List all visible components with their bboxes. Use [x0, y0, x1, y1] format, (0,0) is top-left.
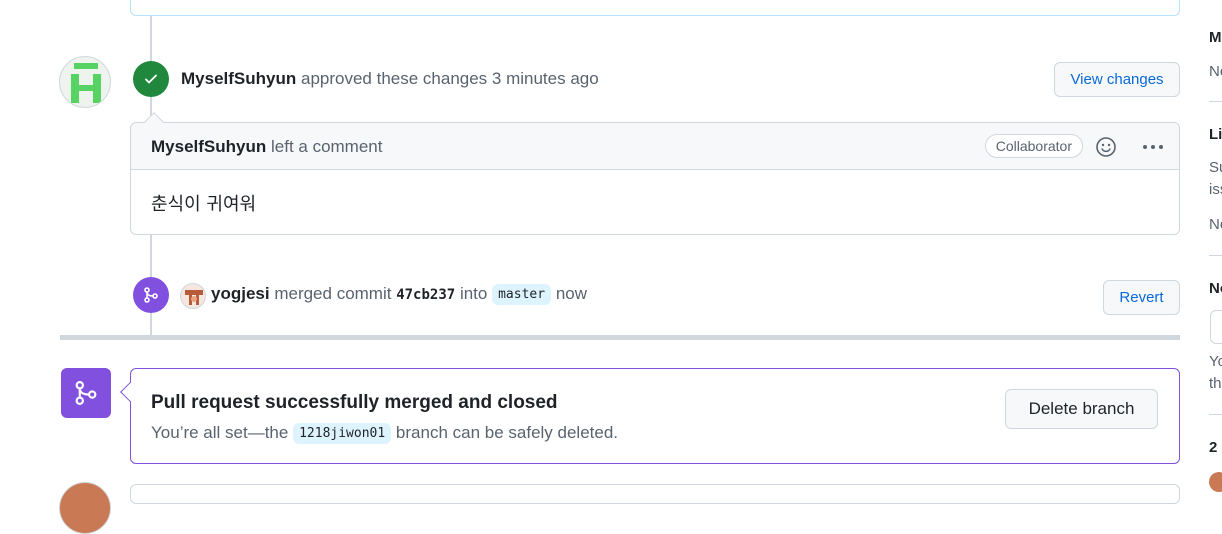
comment-action: left a comment: [270, 137, 383, 156]
merge-message-post: branch can be safely deleted.: [395, 423, 619, 442]
merge-event: yogjesi merged commit 47cb237 into maste…: [211, 284, 587, 306]
comment-body: 춘식이 귀여워: [151, 194, 257, 215]
sidebar-heading: No: [1209, 280, 1222, 297]
previous-comment-box: [130, 0, 1180, 16]
approval-author[interactable]: MyselfSuhyun: [181, 69, 296, 88]
merge-message-pre: You’re all set—the: [151, 423, 289, 442]
comment-box: [130, 484, 1180, 504]
sidebar-text: Su: [1209, 159, 1222, 176]
git-merge-icon: [61, 368, 111, 418]
merge-time: now: [555, 284, 587, 303]
avatar[interactable]: [59, 56, 111, 108]
merge-into: into: [459, 284, 488, 303]
source-branch[interactable]: 1218jiwon01: [293, 423, 392, 445]
timeline-separator: [60, 335, 1180, 340]
commit-sha[interactable]: 47cb237: [396, 287, 455, 303]
comment-pointer: [144, 112, 164, 132]
avatar[interactable]: [180, 283, 206, 309]
sidebar-divider: [1209, 414, 1222, 415]
sidebar-text: No: [1209, 216, 1222, 233]
sidebar-heading: 2: [1209, 439, 1218, 456]
collaborator-badge: Collaborator: [984, 134, 1083, 158]
sidebar-divider: [1209, 255, 1222, 256]
sidebar-text: Yo: [1209, 353, 1222, 370]
kebab-menu-icon[interactable]: [1141, 136, 1165, 158]
approved-check-icon: [133, 61, 169, 97]
merge-status-box: Pull request successfully merged and clo…: [120, 368, 1180, 464]
avatar[interactable]: [59, 482, 111, 534]
approval-event: MyselfSuhyun approved these changes 3 mi…: [181, 69, 599, 89]
merge-box-pointer: [120, 382, 140, 402]
delete-branch-button[interactable]: Delete branch: [1005, 389, 1158, 429]
sidebar-heading: M: [1209, 29, 1222, 46]
smiley-icon[interactable]: [1095, 136, 1117, 158]
merge-action: merged commit: [274, 284, 392, 303]
git-merge-icon: [133, 277, 169, 313]
view-changes-button[interactable]: View changes: [1054, 62, 1180, 97]
sidebar-heading: Li: [1209, 126, 1222, 143]
target-branch[interactable]: master: [492, 284, 552, 306]
merge-author[interactable]: yogjesi: [211, 284, 270, 303]
merge-status-message: You’re all set—the 1218jiwon01 branch ca…: [151, 423, 619, 445]
identicon-icon: [71, 63, 101, 103]
merge-status-title: Pull request successfully merged and clo…: [151, 392, 558, 413]
approval-action: approved these changes 3 minutes ago: [300, 69, 599, 88]
revert-button[interactable]: Revert: [1103, 280, 1180, 315]
sidebar-text: Ne: [1209, 63, 1222, 80]
sidebar-input[interactable]: [1210, 310, 1222, 344]
comment-title: MyselfSuhyun left a comment: [151, 137, 382, 157]
sidebar-text: iss: [1209, 181, 1222, 198]
comment-header: MyselfSuhyun left a comment Collaborator: [131, 112, 1179, 170]
comment-author[interactable]: MyselfSuhyun: [151, 137, 266, 156]
avatar[interactable]: [1209, 472, 1222, 492]
review-comment: MyselfSuhyun left a comment Collaborator…: [130, 112, 1180, 235]
sidebar-divider: [1209, 101, 1222, 102]
user-avatar-icon: [185, 290, 203, 305]
sidebar-text: th: [1209, 375, 1222, 392]
